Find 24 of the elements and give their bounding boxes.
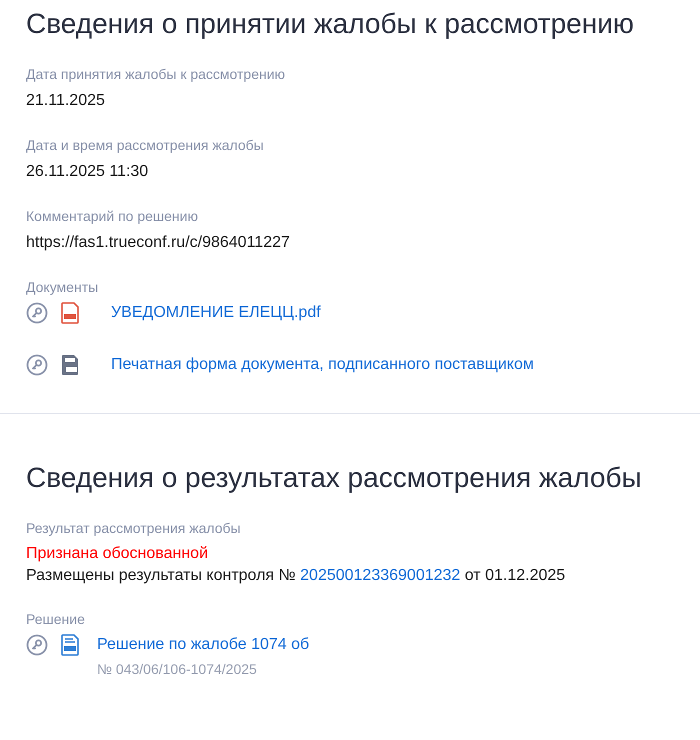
field-label: Дата и время рассмотрения жалобы [26, 136, 265, 155]
field-label: Дата принятия жалобы к рассмотрению [26, 65, 286, 84]
text-file-icon [61, 354, 79, 376]
document-link[interactable]: Печатная форма документа, подписанного поставщиком [111, 353, 534, 377]
document-link[interactable]: УВЕДОМЛЕНИЕ ЕЛЕЦЦ.pdf [111, 301, 321, 325]
result-text: Размещены результаты контроля № 202500123369001232 от 01.12.2025 [26, 566, 566, 586]
key-icon[interactable] [26, 354, 48, 376]
field-value: https://fas1.trueconf.ru/c/9864011227 [26, 233, 291, 253]
field-label: Документы [26, 278, 100, 297]
field-value: 26.11.2025 11:30 [26, 162, 150, 182]
result-status: Признана обоснованной [26, 544, 210, 564]
section-title: Сведения о принятии жалобы к рассмотрению [26, 7, 635, 41]
field-value: 21.11.2025 [26, 91, 106, 111]
section-title: Сведения о результатах рассмотрения жалобы [26, 461, 643, 495]
document-link[interactable]: Решение по жалобе 1074 об [97, 633, 310, 657]
field-label: Результат рассмотрения жалобы [26, 519, 242, 538]
document-file-icon [61, 634, 79, 656]
field-label: Комментарий по решению [26, 207, 199, 226]
pdf-file-icon [61, 302, 79, 324]
key-icon[interactable] [26, 634, 48, 656]
key-icon[interactable] [26, 302, 48, 324]
control-number-link[interactable]: 202500123369001232 [300, 567, 460, 584]
document-number: № 043/06/106-1074/2025 [97, 660, 258, 679]
field-label: Решение [26, 610, 86, 629]
